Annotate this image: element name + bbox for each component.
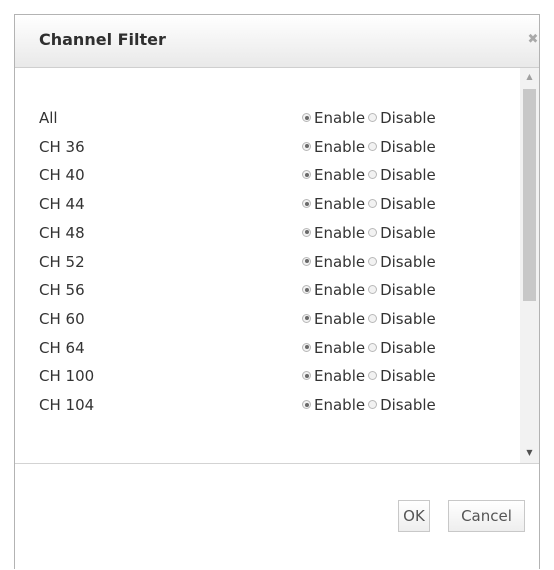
enable-radio[interactable] — [302, 227, 311, 237]
enable-radio[interactable] — [302, 400, 311, 409]
channel-label: CH 60 — [39, 309, 85, 328]
disable-radio[interactable] — [368, 199, 378, 209]
channel-label: CH 104 — [39, 396, 95, 414]
channel-row: CH 48 Enable Disable — [15, 221, 520, 247]
channel-row: CH 64 Enable Disable — [15, 336, 520, 362]
channel-list: All Enable Disable CH 36 Enable Disable CH 40 E… — [15, 68, 539, 463]
cancel-button[interactable]: Cancel — [448, 500, 525, 532]
dialog-title: Channel Filter — [39, 30, 166, 49]
enable-label: Enable — [314, 396, 366, 414]
enable-label: Enable — [314, 109, 366, 127]
scroll-down-icon[interactable]: ▼ — [520, 446, 539, 460]
disable-radio[interactable] — [368, 371, 378, 381]
channel-row: CH 44 Enable Disable — [15, 192, 520, 218]
disable-label: Disable — [380, 223, 436, 242]
disable-radio[interactable] — [368, 256, 378, 266]
channel-label: CH 48 — [39, 223, 85, 242]
enable-label: Enable — [314, 195, 366, 214]
disable-radio[interactable] — [368, 342, 378, 352]
channel-row: CH 60 Enable Disable — [15, 307, 520, 333]
disable-radio[interactable] — [368, 170, 378, 180]
enable-disable-group: Enable Disable — [302, 253, 439, 271]
channel-label: CH 56 — [39, 281, 85, 300]
channel-row: CH 36 Enable Disable — [15, 135, 520, 161]
enable-label: Enable — [314, 309, 366, 328]
dialog-footer: OK Cancel — [15, 463, 539, 570]
disable-radio[interactable] — [368, 113, 378, 122]
disable-label: Disable — [380, 166, 436, 185]
channel-label: CH 36 — [39, 137, 85, 156]
enable-disable-group: Enable Disable — [302, 339, 439, 357]
enable-disable-group: Enable Disable — [302, 224, 439, 242]
channel-filter-dialog: Channel Filter ✖ All Enable Disable CH 36 En… — [14, 14, 540, 570]
channel-row: CH 104 Enable Disable — [15, 393, 520, 419]
enable-label: Enable — [314, 252, 366, 271]
enable-radio[interactable] — [302, 113, 311, 122]
channel-label: CH 64 — [39, 338, 85, 357]
enable-disable-group: Enable Disable — [302, 310, 439, 328]
enable-radio[interactable] — [302, 141, 311, 151]
enable-radio[interactable] — [302, 256, 311, 266]
close-icon[interactable]: ✖ — [526, 33, 540, 47]
channel-label: All — [39, 109, 58, 127]
enable-label: Enable — [314, 137, 366, 156]
disable-radio[interactable] — [368, 141, 378, 151]
disable-label: Disable — [380, 281, 436, 300]
ok-button[interactable]: OK — [398, 500, 430, 532]
channel-row: CH 52 Enable Disable — [15, 250, 520, 276]
channel-label: CH 40 — [39, 166, 85, 185]
disable-label: Disable — [380, 396, 436, 414]
enable-label: Enable — [314, 223, 366, 242]
enable-disable-group: Enable Disable — [302, 396, 439, 414]
enable-disable-group: Enable Disable — [302, 109, 439, 127]
disable-radio[interactable] — [368, 285, 378, 295]
enable-disable-group: Enable Disable — [302, 138, 439, 156]
enable-radio[interactable] — [302, 371, 311, 381]
channel-row: All Enable Disable — [15, 106, 520, 132]
enable-radio[interactable] — [302, 170, 311, 180]
disable-label: Disable — [380, 309, 436, 328]
channel-label: CH 100 — [39, 367, 95, 386]
disable-label: Disable — [380, 367, 436, 386]
enable-radio[interactable] — [302, 285, 311, 295]
scroll-up-icon[interactable]: ▲ — [520, 70, 539, 84]
disable-label: Disable — [380, 109, 436, 127]
enable-radio[interactable] — [302, 342, 311, 352]
disable-label: Disable — [380, 195, 436, 214]
vertical-scrollbar[interactable]: ▲ ▼ — [520, 68, 539, 463]
enable-disable-group: Enable Disable — [302, 281, 439, 299]
enable-label: Enable — [314, 166, 366, 185]
channel-label: CH 44 — [39, 195, 85, 214]
disable-label: Disable — [380, 252, 436, 271]
disable-label: Disable — [380, 338, 436, 357]
dialog-titlebar: Channel Filter ✖ — [15, 15, 539, 68]
channel-row: CH 40 Enable Disable — [15, 163, 520, 189]
enable-disable-group: Enable Disable — [302, 367, 439, 385]
channel-row: CH 56 Enable Disable — [15, 278, 520, 304]
enable-label: Enable — [314, 281, 366, 300]
enable-disable-group: Enable Disable — [302, 195, 439, 213]
enable-label: Enable — [314, 367, 366, 386]
disable-radio[interactable] — [368, 227, 378, 237]
enable-radio[interactable] — [302, 199, 311, 209]
disable-radio[interactable] — [368, 400, 378, 409]
channel-label: CH 52 — [39, 252, 85, 271]
scrollbar-thumb[interactable] — [523, 89, 536, 301]
enable-label: Enable — [314, 338, 366, 357]
enable-radio[interactable] — [302, 313, 311, 323]
disable-label: Disable — [380, 137, 436, 156]
channel-row: CH 100 Enable Disable — [15, 364, 520, 390]
enable-disable-group: Enable Disable — [302, 166, 439, 184]
disable-radio[interactable] — [368, 313, 378, 323]
